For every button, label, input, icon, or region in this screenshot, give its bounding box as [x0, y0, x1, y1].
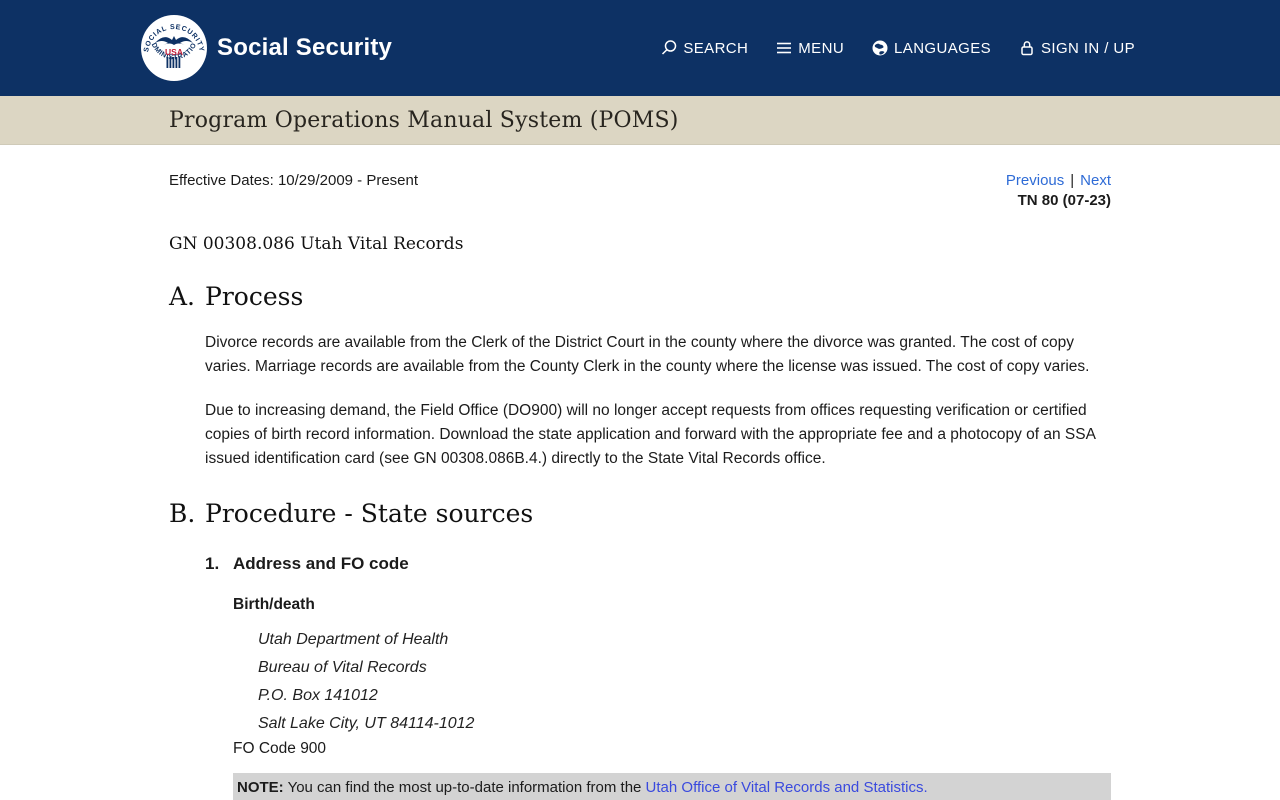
nav-search[interactable]: SEARCH — [660, 39, 748, 57]
next-link[interactable]: Next — [1080, 172, 1111, 189]
section-b-heading: B. Procedure - State sources — [169, 499, 1111, 528]
address-line: Utah Department of Health — [258, 626, 1111, 654]
nav-signin[interactable]: SIGN IN / UP — [1018, 39, 1135, 57]
pagination: Previous | Next — [1006, 172, 1111, 189]
section-b-letter: B. — [169, 499, 205, 528]
address-line: Bureau of Vital Records — [258, 654, 1111, 682]
effective-dates: Effective Dates: 10/29/2009 - Present — [169, 172, 418, 189]
address-block: Utah Department of Health Bureau of Vita… — [258, 626, 1111, 738]
ssa-seal-icon: SOCIAL SECURITY ADMINISTRATION USA — [140, 14, 208, 82]
section-a-title: Process — [205, 282, 303, 311]
section-a-heading: A. Process — [169, 282, 1111, 311]
note-label: NOTE: — [237, 779, 284, 796]
transmittal-number: TN 80 (07-23) — [169, 192, 1111, 209]
note-bar: NOTE: You can find the most up-to-date i… — [233, 773, 1111, 800]
address-line: Salt Lake City, UT 84114-1012 — [258, 710, 1111, 738]
search-icon — [660, 39, 678, 57]
subsection-1-title: Address and FO code — [233, 554, 409, 574]
subsection-1-heading: 1. Address and FO code — [205, 554, 1111, 574]
section-a-paragraph-2: Due to increasing demand, the Field Offi… — [205, 399, 1111, 471]
nav-languages-label: LANGUAGES — [894, 40, 991, 57]
section-b-title: Procedure - State sources — [205, 499, 533, 528]
poms-banner: Program Operations Manual System (POMS) — [0, 96, 1280, 145]
previous-link[interactable]: Previous — [1006, 172, 1064, 189]
pagination-separator: | — [1070, 172, 1074, 189]
ssa-logo-link[interactable]: SOCIAL SECURITY ADMINISTRATION USA Socia… — [140, 14, 392, 82]
fo-code: FO Code 900 — [233, 740, 1111, 758]
section-a-letter: A. — [169, 282, 205, 311]
brand-wordmark: Social Security — [217, 34, 392, 62]
utah-vital-records-link[interactable]: Utah Office of Vital Records and Statist… — [646, 779, 928, 796]
nav-signin-label: SIGN IN / UP — [1041, 40, 1135, 57]
globe-icon — [871, 39, 889, 57]
document-title: GN 00308.086 Utah Vital Records — [169, 234, 1111, 254]
subsection-1-number: 1. — [205, 554, 233, 574]
address-line: P.O. Box 141012 — [258, 682, 1111, 710]
svg-text:USA: USA — [165, 47, 183, 57]
navbar-menu: SEARCH MENU LANGUAGES — [660, 39, 1135, 57]
meta-row: Effective Dates: 10/29/2009 - Present Pr… — [169, 172, 1111, 189]
top-navbar: SOCIAL SECURITY ADMINISTRATION USA Socia… — [0, 0, 1280, 96]
birth-death-label: Birth/death — [233, 596, 1111, 614]
lock-icon — [1018, 39, 1036, 57]
birth-death-block: Birth/death Utah Department of Health Bu… — [233, 596, 1111, 800]
nav-menu[interactable]: MENU — [775, 39, 844, 57]
nav-search-label: SEARCH — [683, 40, 748, 57]
content-area: Effective Dates: 10/29/2009 - Present Pr… — [0, 145, 1280, 800]
nav-menu-label: MENU — [798, 40, 844, 57]
menu-icon — [775, 39, 793, 57]
note-text: You can find the most up-to-date informa… — [284, 779, 646, 796]
page-title: Program Operations Manual System (POMS) — [169, 108, 679, 133]
nav-languages[interactable]: LANGUAGES — [871, 39, 991, 57]
section-a-paragraph-1: Divorce records are available from the C… — [205, 331, 1111, 379]
